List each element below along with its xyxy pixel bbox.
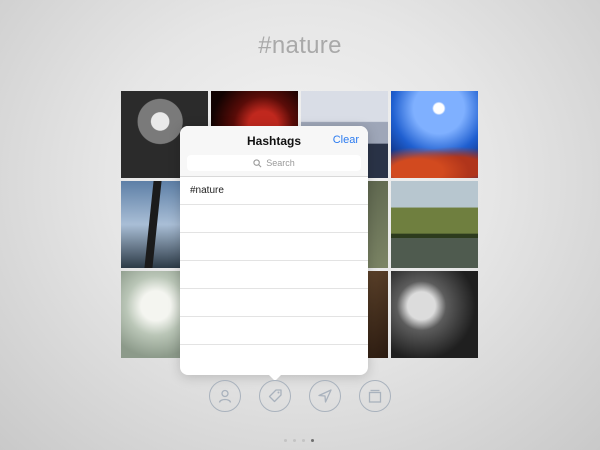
photo-tile[interactable] [391, 181, 478, 268]
list-item [180, 233, 368, 261]
page-indicator [284, 439, 314, 442]
photo-tile[interactable] [391, 91, 478, 178]
hashtag-list: #nature [180, 177, 368, 373]
page-dot[interactable] [293, 439, 296, 442]
clear-button[interactable]: Clear [333, 134, 359, 146]
navigation-arrow-icon [318, 389, 332, 403]
list-item [180, 289, 368, 317]
tag-icon [268, 389, 282, 403]
popover-header: Hashtags Clear Search [180, 126, 368, 177]
search-input[interactable]: Search [187, 155, 361, 171]
photo-tile[interactable] [391, 271, 478, 358]
hashtag-row[interactable]: #nature [180, 177, 368, 205]
stack-icon [368, 389, 382, 403]
search-icon [253, 158, 262, 167]
list-item [180, 317, 368, 345]
page-dot[interactable] [284, 439, 287, 442]
list-item [180, 261, 368, 289]
user-icon [218, 389, 232, 403]
page-dot[interactable] [302, 439, 305, 442]
user-button[interactable] [209, 380, 241, 412]
hashtag-label: #nature [190, 185, 224, 196]
list-item [180, 205, 368, 233]
list-item [180, 345, 368, 373]
bottom-toolbar [0, 380, 600, 418]
stack-button[interactable] [359, 380, 391, 412]
page-dot-active[interactable] [311, 439, 314, 442]
search-placeholder: Search [266, 158, 295, 168]
location-button[interactable] [309, 380, 341, 412]
hashtags-popover: Hashtags Clear Search #nature [180, 126, 368, 375]
page-title: #nature [258, 32, 342, 59]
tag-button[interactable] [259, 380, 291, 412]
